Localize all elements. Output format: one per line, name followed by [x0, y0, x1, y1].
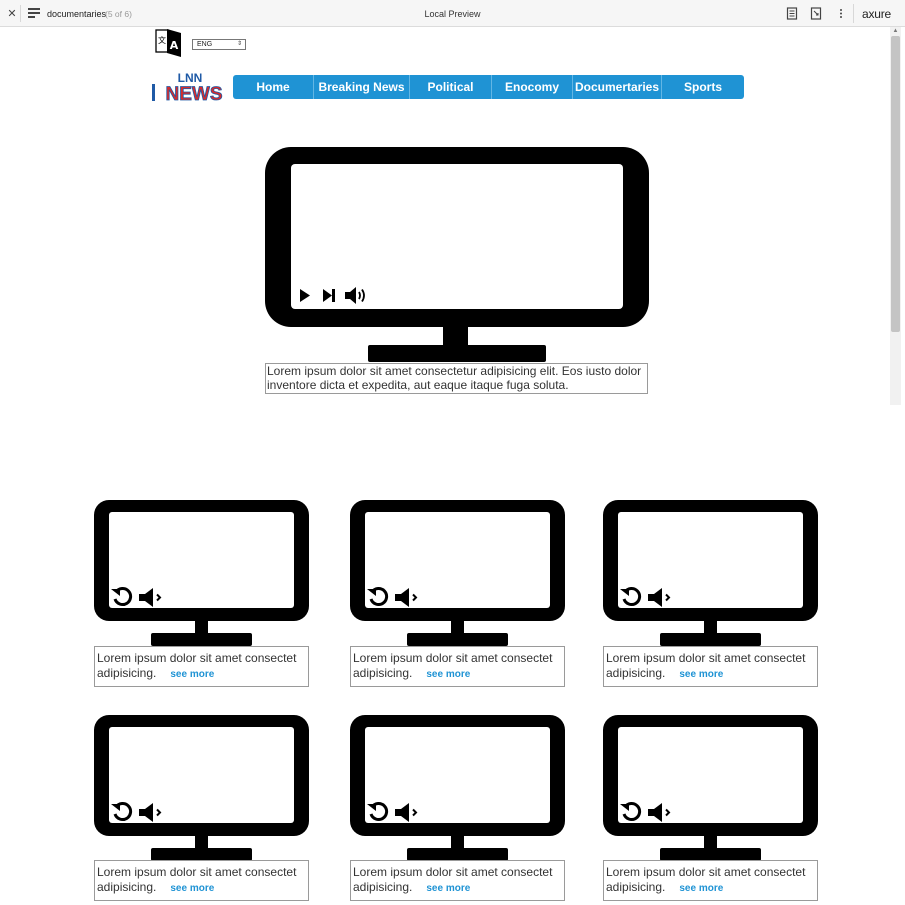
svg-text:NEWS: NEWS — [166, 84, 223, 103]
replay-icon[interactable] — [367, 801, 389, 823]
video-thumbnail[interactable] — [603, 500, 818, 648]
see-more-link[interactable]: see more — [170, 669, 214, 680]
replay-icon[interactable] — [620, 801, 642, 823]
play-icon[interactable] — [299, 288, 311, 303]
toolbar-divider — [853, 4, 854, 23]
main-video-caption: Lorem ipsum dolor sit amet consectetur a… — [265, 363, 648, 394]
nav-home[interactable]: Home — [233, 75, 314, 99]
monitor-frame — [94, 500, 309, 646]
volume-low-icon[interactable] — [648, 588, 673, 607]
thumbnail-caption: Lorem ipsum dolor sit amet consectet adi… — [94, 860, 309, 901]
translate-icon[interactable]: A 文 — [155, 28, 183, 58]
preview-title: Local Preview — [424, 9, 481, 19]
see-more-link[interactable]: see more — [426, 669, 470, 680]
thumbnail-caption: Lorem ipsum dolor sit amet consectet adi… — [603, 860, 818, 901]
monitor-frame — [350, 715, 565, 861]
see-more-link[interactable]: see more — [679, 883, 723, 894]
nav-documentaries[interactable]: Documertaries — [573, 75, 662, 99]
nav-breaking-news[interactable]: Breaking News — [314, 75, 410, 99]
see-more-link[interactable]: see more — [170, 883, 214, 894]
nav-economy[interactable]: Enocomy — [492, 75, 573, 99]
select-arrow-icon: ⇕ — [236, 41, 242, 47]
thumbnail-caption: Lorem ipsum dolor sit amet consectet adi… — [603, 646, 818, 687]
lnn-news-logo[interactable]: LNN NEWS — [151, 71, 233, 105]
volume-low-icon[interactable] — [139, 803, 164, 822]
axure-brand: axure — [862, 7, 892, 21]
thumbnail-caption: Lorem ipsum dolor sit amet consectet adi… — [94, 646, 309, 687]
nav-political[interactable]: Political — [410, 75, 492, 99]
video-thumbnail[interactable] — [94, 715, 309, 863]
page-count: (5 of 6) — [105, 9, 132, 19]
page-name: documentaries — [47, 9, 107, 19]
inspect-icon[interactable] — [809, 6, 823, 21]
preview-toolbar: ✕ documentaries (5 of 6) Local Preview a… — [0, 0, 905, 27]
video-thumbnail[interactable] — [350, 715, 565, 863]
video-thumbnail[interactable] — [350, 500, 565, 648]
video-thumbnail[interactable] — [94, 500, 309, 648]
skip-next-icon[interactable] — [322, 288, 336, 303]
replay-icon[interactable] — [367, 586, 389, 608]
svg-text:LNN: LNN — [178, 71, 203, 85]
notes-icon[interactable] — [785, 6, 799, 21]
more-icon[interactable] — [834, 6, 848, 21]
scroll-up-arrow-icon[interactable]: ▲ — [891, 28, 900, 35]
svg-text:文: 文 — [158, 35, 166, 45]
monitor-frame — [350, 500, 565, 646]
toolbar-divider — [20, 5, 21, 22]
volume-low-icon[interactable] — [139, 588, 164, 607]
replay-icon[interactable] — [620, 586, 642, 608]
monitor-frame — [603, 500, 818, 646]
language-select[interactable]: ENG ⇕ — [192, 39, 246, 50]
volume-low-icon[interactable] — [395, 588, 420, 607]
see-more-link[interactable]: see more — [679, 669, 723, 680]
see-more-link[interactable]: see more — [426, 883, 470, 894]
menu-icon[interactable] — [28, 8, 40, 19]
main-navigation: Home Breaking News Political Enocomy Doc… — [233, 75, 744, 99]
volume-low-icon[interactable] — [395, 803, 420, 822]
close-icon[interactable]: ✕ — [5, 7, 19, 21]
language-value: ENG — [197, 41, 213, 48]
thumbnail-caption: Lorem ipsum dolor sit amet consectet adi… — [350, 646, 565, 687]
monitor-frame — [94, 715, 309, 861]
replay-icon[interactable] — [111, 801, 133, 823]
svg-text:A: A — [170, 39, 179, 52]
volume-low-icon[interactable] — [648, 803, 673, 822]
volume-icon[interactable] — [345, 287, 368, 304]
replay-icon[interactable] — [111, 586, 133, 608]
monitor-frame — [603, 715, 818, 861]
thumbnail-caption: Lorem ipsum dolor sit amet consectet adi… — [350, 860, 565, 901]
scrollbar-thumb[interactable] — [891, 36, 900, 332]
video-thumbnail[interactable] — [603, 715, 818, 863]
monitor-frame — [265, 147, 649, 362]
main-video-player[interactable] — [265, 147, 649, 363]
nav-sports[interactable]: Sports — [662, 75, 744, 99]
